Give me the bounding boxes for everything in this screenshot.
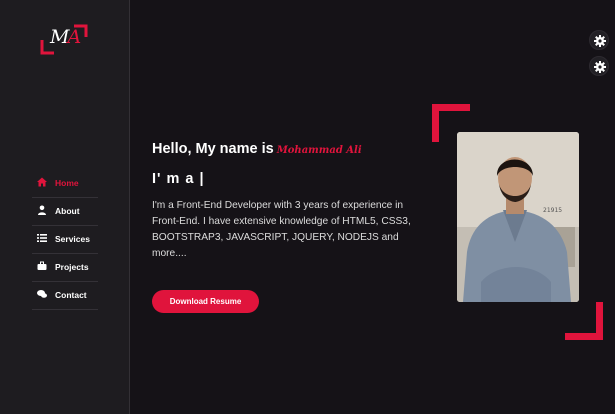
nav-item-projects[interactable]: Projects — [32, 254, 98, 282]
hero-description: I'm a Front-End Developer with 3 years o… — [152, 200, 411, 259]
chat-icon — [37, 290, 47, 298]
logo-text: MA — [50, 26, 81, 48]
frame-corner-bottom-right — [565, 302, 603, 340]
typing-text: I' m a | — [152, 171, 205, 187]
download-resume-button[interactable]: Download Resume — [152, 290, 259, 313]
main-nav: Home About Services Projects Contact — [32, 170, 98, 310]
nav-item-home[interactable]: Home — [32, 170, 98, 198]
gear-icon — [594, 35, 606, 47]
greeting-text: Hello, My name is — [152, 141, 274, 157]
briefcase-icon — [37, 261, 47, 270]
list-icon — [37, 234, 47, 242]
profile-photo: 21915 — [457, 132, 579, 302]
theme-settings-button[interactable] — [589, 56, 609, 76]
logo[interactable]: MA — [40, 22, 88, 58]
nav-item-services[interactable]: Services — [32, 226, 98, 254]
nav-label-home: Home — [55, 178, 79, 188]
sidebar: MA Home About Services Projects Contact — [0, 0, 130, 414]
nav-label-projects: Projects — [55, 262, 89, 272]
gear-icon — [594, 61, 606, 73]
nav-item-about[interactable]: About — [32, 198, 98, 226]
settings-button[interactable] — [589, 30, 609, 50]
profile-photo-image: 21915 — [457, 132, 579, 302]
nav-label-services: Services — [55, 234, 90, 244]
nav-label-about: About — [55, 206, 80, 216]
nav-label-contact: Contact — [55, 290, 87, 300]
hero-greeting: Hello, My name is Mohammad Ali — [152, 141, 362, 157]
nav-item-contact[interactable]: Contact — [32, 282, 98, 310]
user-icon — [38, 205, 46, 215]
photo-caption: 21915 — [543, 207, 562, 214]
hero-name: Mohammad Ali — [276, 145, 362, 156]
home-icon — [37, 177, 47, 187]
